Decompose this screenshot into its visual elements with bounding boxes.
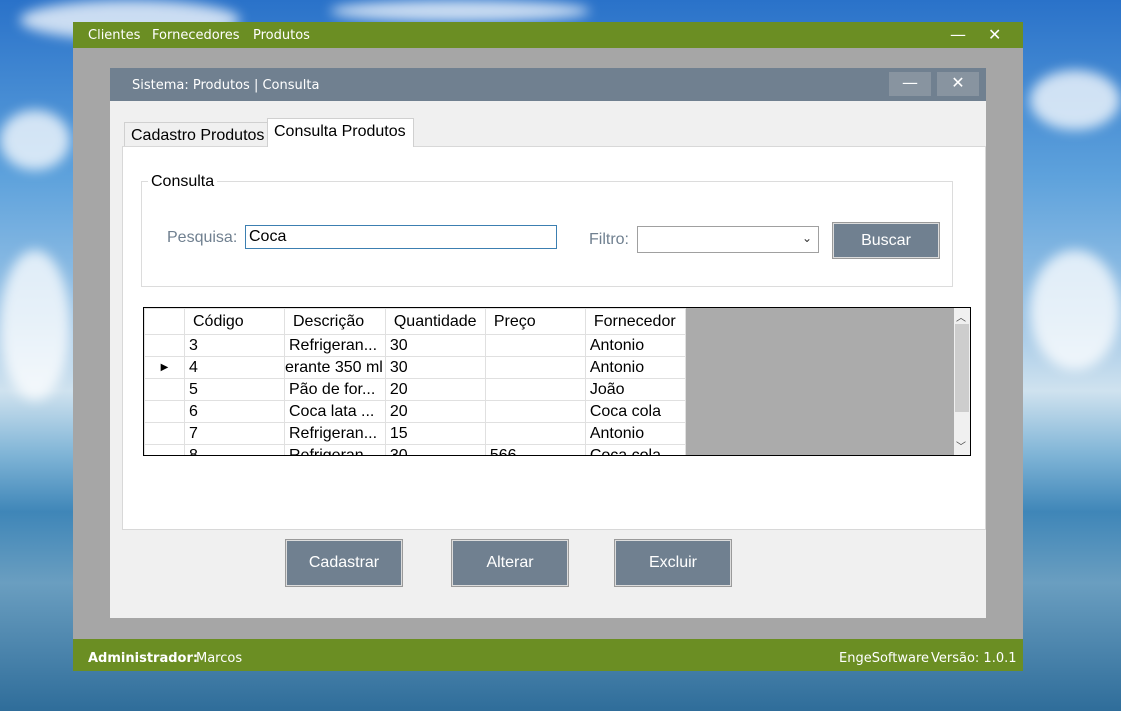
- row-header[interactable]: [144, 378, 185, 401]
- cell-descricao[interactable]: Refrigeran...: [284, 444, 386, 455]
- chevron-down-icon: ⌄: [801, 231, 812, 245]
- company-name: EngeSoftware: [839, 651, 930, 666]
- search-input[interactable]: [245, 225, 557, 249]
- table-row[interactable]: 3 Refrigeran... 30 Antonio: [144, 334, 686, 357]
- close-icon: ✕: [951, 73, 965, 92]
- cell-descricao[interactable]: Refrigeran...: [284, 334, 386, 357]
- row-header[interactable]: [144, 422, 185, 445]
- cell-fornecedor[interactable]: Antonio: [584, 334, 686, 357]
- cell-quantidade[interactable]: 15: [384, 422, 486, 445]
- child-minimize-button[interactable]: —: [889, 72, 931, 96]
- menu-produtos[interactable]: Produtos: [253, 28, 310, 43]
- minimize-icon[interactable]: —: [950, 25, 966, 44]
- tab-cadastro-produtos[interactable]: Cadastro Produtos: [124, 122, 268, 148]
- cell-preco[interactable]: 566: [484, 444, 586, 455]
- user-name: Marcos: [196, 651, 243, 666]
- grid-vertical-scrollbar[interactable]: ︿ ﹀: [954, 308, 970, 455]
- filter-label: Filtro:: [589, 231, 629, 248]
- filter-select[interactable]: ⌄: [637, 226, 819, 253]
- search-button[interactable]: Buscar: [833, 223, 939, 258]
- produtos-consulta-window: Sistema: Produtos | Consulta — ✕ Cadastr…: [110, 68, 986, 618]
- table-row[interactable]: 5 Pão de for... 20 João: [144, 378, 686, 401]
- window-title: Sistema: Produtos | Consulta: [132, 78, 320, 93]
- excluir-button[interactable]: Excluir: [615, 540, 731, 586]
- cell-fornecedor[interactable]: Coca cola: [584, 444, 686, 455]
- cell-descricao[interactable]: Refrigeran...: [284, 422, 386, 445]
- tab-label: Consulta Produtos: [274, 123, 406, 140]
- cell-preco[interactable]: [484, 400, 586, 423]
- row-header[interactable]: [144, 334, 185, 357]
- table-header-row: Código Descrição Quantidade Preço Fornec…: [144, 308, 686, 335]
- cell-fornecedor[interactable]: Antonio: [584, 356, 686, 379]
- products-grid[interactable]: Código Descrição Quantidade Preço Fornec…: [143, 307, 971, 456]
- cell-preco[interactable]: [484, 334, 586, 357]
- child-title-bar: Sistema: Produtos | Consulta — ✕: [110, 68, 986, 101]
- menu-bar: Clientes Fornecedores Produtos — ✕: [73, 22, 1023, 48]
- cell-quantidade[interactable]: 20: [384, 400, 486, 423]
- cell-codigo[interactable]: 5: [184, 378, 285, 401]
- alterar-button[interactable]: Alterar: [452, 540, 568, 586]
- minimize-icon: —: [902, 73, 918, 92]
- cell-quantidade[interactable]: 20: [384, 378, 486, 401]
- cadastrar-button[interactable]: Cadastrar: [286, 540, 402, 586]
- row-header[interactable]: [144, 444, 185, 455]
- cell-codigo[interactable]: 6: [184, 400, 285, 423]
- menu-fornecedores[interactable]: Fornecedores: [152, 28, 240, 43]
- column-header-fornecedor[interactable]: Fornecedor: [584, 308, 686, 335]
- cell-codigo[interactable]: 7: [184, 422, 285, 445]
- consulta-groupbox: Consulta Pesquisa: Filtro: ⌄ Buscar: [141, 173, 953, 287]
- scrollbar-thumb[interactable]: [955, 324, 969, 412]
- row-header[interactable]: [144, 400, 185, 423]
- cell-descricao[interactable]: Pão de for...: [284, 378, 386, 401]
- table-row[interactable]: 6 Coca lata ... 20 Coca cola: [144, 400, 686, 423]
- column-header-codigo[interactable]: Código: [184, 308, 285, 335]
- main-window: Clientes Fornecedores Produtos — ✕ Siste…: [73, 22, 1023, 671]
- cell-quantidade[interactable]: 30: [384, 444, 486, 455]
- table-row[interactable]: 8 Refrigeran... 30 566 Coca cola: [144, 444, 686, 455]
- cell-preco[interactable]: [484, 356, 586, 379]
- row-header-corner: [144, 308, 185, 335]
- row-header[interactable]: ▶: [144, 356, 185, 379]
- cell-fornecedor[interactable]: João: [584, 378, 686, 401]
- cell-preco[interactable]: [484, 378, 586, 401]
- row-pointer-icon: ▶: [160, 362, 169, 373]
- cell-descricao[interactable]: Coca lata ...: [284, 400, 386, 423]
- close-icon[interactable]: ✕: [988, 25, 1001, 44]
- table-row[interactable]: 7 Refrigeran... 15 Antonio: [144, 422, 686, 445]
- group-title: Consulta: [148, 173, 218, 191]
- column-header-descricao[interactable]: Descrição: [284, 308, 386, 335]
- tab-consulta-produtos[interactable]: Consulta Produtos: [267, 118, 414, 147]
- cell-quantidade[interactable]: 30: [384, 334, 486, 357]
- cell-codigo[interactable]: 4: [184, 356, 285, 379]
- cell-codigo[interactable]: 8: [184, 444, 285, 455]
- tab-label: Cadastro Produtos: [131, 127, 265, 144]
- menu-clientes[interactable]: Clientes: [88, 28, 140, 43]
- cell-quantidade[interactable]: 30: [384, 356, 486, 379]
- table-row[interactable]: ▶ 4 erante 350 ml 30 Antonio: [144, 356, 686, 379]
- role-label: Administrador:: [88, 651, 199, 666]
- cell-codigo[interactable]: 3: [184, 334, 285, 357]
- cell-fornecedor[interactable]: Antonio: [584, 422, 686, 445]
- chevron-up-icon[interactable]: ︿: [956, 309, 966, 324]
- column-header-quantidade[interactable]: Quantidade: [384, 308, 486, 335]
- cell-fornecedor[interactable]: Coca cola: [584, 400, 686, 423]
- chevron-down-icon[interactable]: ﹀: [956, 438, 966, 453]
- cell-descricao[interactable]: erante 350 ml: [284, 356, 386, 379]
- consulta-tab-panel: Consulta Pesquisa: Filtro: ⌄ Buscar: [122, 146, 986, 530]
- products-table: Código Descrição Quantidade Preço Fornec…: [144, 308, 686, 455]
- status-bar: Administrador: Marcos EngeSoftware Versã…: [73, 639, 1023, 671]
- version-label: Versão: 1.0.1: [931, 651, 1017, 666]
- column-header-preco[interactable]: Preço: [484, 308, 586, 335]
- cell-preco[interactable]: [484, 422, 586, 445]
- child-close-button[interactable]: ✕: [937, 72, 979, 96]
- search-label: Pesquisa:: [167, 229, 238, 246]
